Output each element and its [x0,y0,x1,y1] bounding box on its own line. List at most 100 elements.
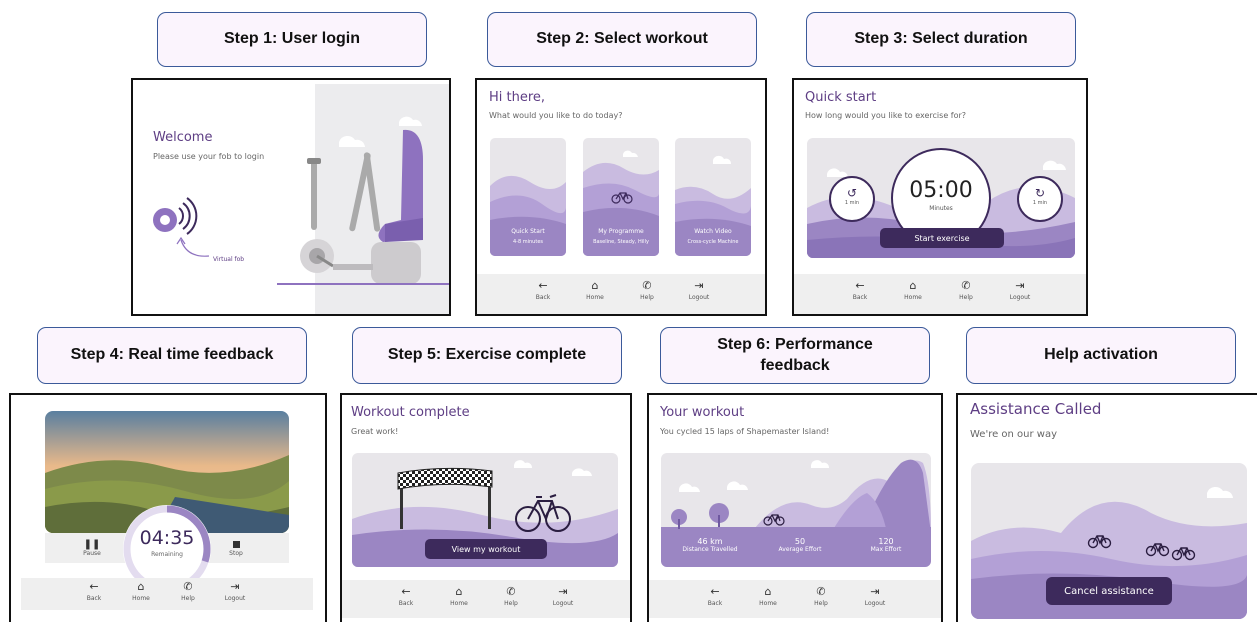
nav-help[interactable]: ✆ Help [948,280,984,302]
my-programme-card[interactable]: My Programme Baseline, Steady, Hilly [583,138,659,256]
home-icon: ⌂ [455,585,463,598]
nav-help[interactable]: ✆ Help [170,580,206,603]
stat-max-effort-value: 120 [878,537,894,546]
step3-label: Step 3: Select duration [806,12,1076,67]
nav-logout-label: Logout [1009,294,1031,301]
nav-logout-label: Logout [224,595,246,602]
nav-home[interactable]: ⌂ Home [750,586,786,608]
stat-average-effort: 50 Average Effort [765,537,835,553]
greeting-subtitle: What would you like to do today? [489,111,623,120]
select-duration-screen: Quick start How long would you like to e… [792,78,1088,316]
quick-start-label: Quick Start [511,228,545,235]
workout-complete-subtitle: Great work! [351,427,399,436]
arrow-left-icon: ← [401,585,411,598]
login-subtitle: Please use your fob to login [153,152,265,161]
nav-bar: ← Back ⌂ Home ✆ Help ⇥ Logout [21,578,313,610]
nav-logout[interactable]: ⇥ Logout [1002,279,1038,302]
nav-help[interactable]: ✆ Help [629,279,665,302]
phone-icon: ✆ [642,279,652,292]
logout-icon: ⇥ [1015,279,1025,292]
nav-back-label: Back [707,600,723,607]
nav-help[interactable]: ✆ Help [803,586,839,608]
laps-summary: You cycled 15 laps of Shapemaster Island… [660,427,830,436]
watch-video-label: Watch Video [694,228,732,235]
quick-start-card[interactable]: Quick Start 4-8 minutes [490,138,566,256]
start-exercise-button[interactable]: Start exercise [880,228,1004,248]
nav-logout[interactable]: ⇥ Logout [217,580,253,603]
step1-label: Step 1: User login [157,12,427,67]
workout-complete-title: Workout complete [351,405,470,420]
stat-max-effort: 120 Max Effort [851,537,921,553]
step2-label: Step 2: Select workout [487,12,757,67]
step5-label: Step 5: Exercise complete [352,327,622,384]
virtual-fob-label: Virtual fob [213,256,245,263]
duration-question: How long would you like to exercise for? [805,111,967,120]
logout-icon: ⇥ [694,279,704,292]
step4-label: Step 4: Real time feedback [37,327,307,384]
arrow-left-icon: ← [538,279,548,292]
stat-distance-value: 46 km [697,537,723,546]
nav-logout-label: Logout [864,600,886,607]
nav-home-label: Home [759,600,777,607]
nav-home[interactable]: ⌂ Home [895,279,931,302]
pause-button[interactable]: ❚❚ Pause [77,539,107,557]
nav-bar: ← Back ⌂ Home ✆ Help ⇥ Logout [342,580,630,618]
assistance-called-title: Assistance Called [970,400,1102,418]
redo-icon: ↻ [1034,186,1046,200]
stop-button[interactable]: Stop [221,539,251,557]
nav-help-label: Help [640,294,654,301]
stat-average-effort-value: 50 [794,537,806,546]
nav-back[interactable]: ← Back [76,580,112,603]
home-icon: ⌂ [909,279,917,292]
nav-help-label: Help [181,595,195,602]
phone-icon: ✆ [506,585,516,598]
nav-home-label: Home [132,595,150,602]
nav-home-label: Home [904,294,922,301]
watch-video-card[interactable]: Watch Video Cross-cycle Machine [675,138,751,256]
nav-logout[interactable]: ⇥ Logout [681,279,717,302]
nav-bar: ← Back ⌂ Home ✆ Help ⇥ Logout [477,274,765,314]
decrease-duration-button[interactable]: ↺ 1 min [829,176,875,222]
bicycle-icon [611,192,633,204]
nav-help[interactable]: ✆ Help [493,585,529,608]
nav-home-label: Home [586,294,604,301]
fob-arrow-icon [176,236,210,257]
nav-logout[interactable]: ⇥ Logout [857,586,893,608]
arrow-left-icon: ← [855,279,865,292]
nav-logout-label: Logout [552,600,574,607]
cancel-assistance-button[interactable]: Cancel assistance [1046,577,1172,605]
my-programme-sublabel: Baseline, Steady, Hilly [593,239,649,245]
nav-back[interactable]: ← Back [388,585,424,608]
nav-back-label: Back [535,294,551,301]
stop-icon [232,541,240,548]
nav-back-label: Back [852,294,868,301]
nav-help-label: Help [959,294,973,301]
view-my-workout-button[interactable]: View my workout [425,539,547,559]
nav-back[interactable]: ← Back [697,586,733,608]
nav-home[interactable]: ⌂ Home [441,585,477,608]
nav-back-label: Back [86,595,102,602]
assistance-subtitle: We're on our way [970,429,1058,440]
nav-home-label: Home [450,600,468,607]
performance-panel: 46 km Distance Travelled 50 Average Effo… [661,453,931,567]
remaining-time: 04:35 [139,527,195,549]
finish-panel: View my workout [352,453,618,567]
nav-logout[interactable]: ⇥ Logout [545,586,581,608]
phone-icon: ✆ [183,580,193,593]
arrow-left-icon: ← [89,580,99,593]
step6-label-line2: feedback [760,356,830,374]
pause-icon: ❚❚ [83,539,101,550]
nav-back[interactable]: ← Back [525,279,561,302]
home-icon: ⌂ [137,580,145,593]
stat-distance-label: Distance Travelled [682,546,738,553]
nav-home[interactable]: ⌂ Home [123,580,159,603]
nav-back-label: Back [398,600,414,607]
watch-video-sublabel: Cross-cycle Machine [687,239,739,245]
nav-bar: ← Back ⌂ Home ✆ Help ⇥ Logout [649,580,941,618]
exercise-complete-screen: Workout complete Great work! View my wor… [340,393,632,622]
increase-duration-button[interactable]: ↻ 1 min [1017,176,1063,222]
duration-time: 05:00 [909,178,973,203]
nav-home[interactable]: ⌂ Home [577,280,613,302]
logout-icon: ⇥ [230,580,240,593]
nav-back[interactable]: ← Back [842,279,878,302]
